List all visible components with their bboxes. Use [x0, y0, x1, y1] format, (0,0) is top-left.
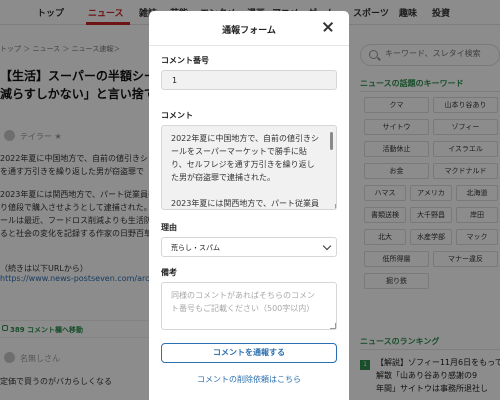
reason-label: 理由 [161, 223, 177, 232]
comment-number-label: コメント番号 [161, 56, 209, 65]
modal-title: 通報フォーム [222, 26, 276, 36]
divider [149, 45, 349, 46]
scrollbar[interactable] [330, 132, 334, 204]
comment-text: 2022年夏に中国地方で、自前の値引きシールをスーパーマーケットで勝手に貼り、セ… [171, 134, 320, 208]
comment-textarea[interactable]: 2022年夏に中国地方で、自前の値引きシールをスーパーマーケットで勝手に貼り、セ… [161, 125, 337, 210]
chevron-down-icon [322, 241, 332, 251]
note-placeholder: 同様のコメントがあればそちらのコメント番号もご記載ください（500字以内） [171, 291, 315, 313]
reason-select[interactable]: 荒らし・スパム [161, 237, 337, 257]
deletion-request-link[interactable]: コメントの削除依頼はこちら [149, 374, 349, 385]
resize-handle-icon[interactable] [330, 204, 336, 209]
report-form-modal: 通報フォーム コメント番号 1 コメント 2022年夏に中国地方で、自前の値引き… [149, 11, 349, 400]
scrollbar-thumb[interactable] [330, 132, 333, 150]
comment-label: コメント [161, 111, 193, 120]
close-icon[interactable] [321, 20, 335, 34]
note-textarea[interactable]: 同様のコメントがあればそちらのコメント番号もご記載ください（500字以内） [161, 282, 337, 330]
resize-handle-icon[interactable] [330, 323, 336, 329]
comment-number-field[interactable]: 1 [161, 70, 337, 90]
comment-number-value: 1 [172, 76, 178, 85]
note-label: 備考 [161, 268, 177, 277]
submit-report-button[interactable]: コメントを通報する [161, 343, 337, 363]
reason-selected-value: 荒らし・スパム [171, 244, 220, 252]
